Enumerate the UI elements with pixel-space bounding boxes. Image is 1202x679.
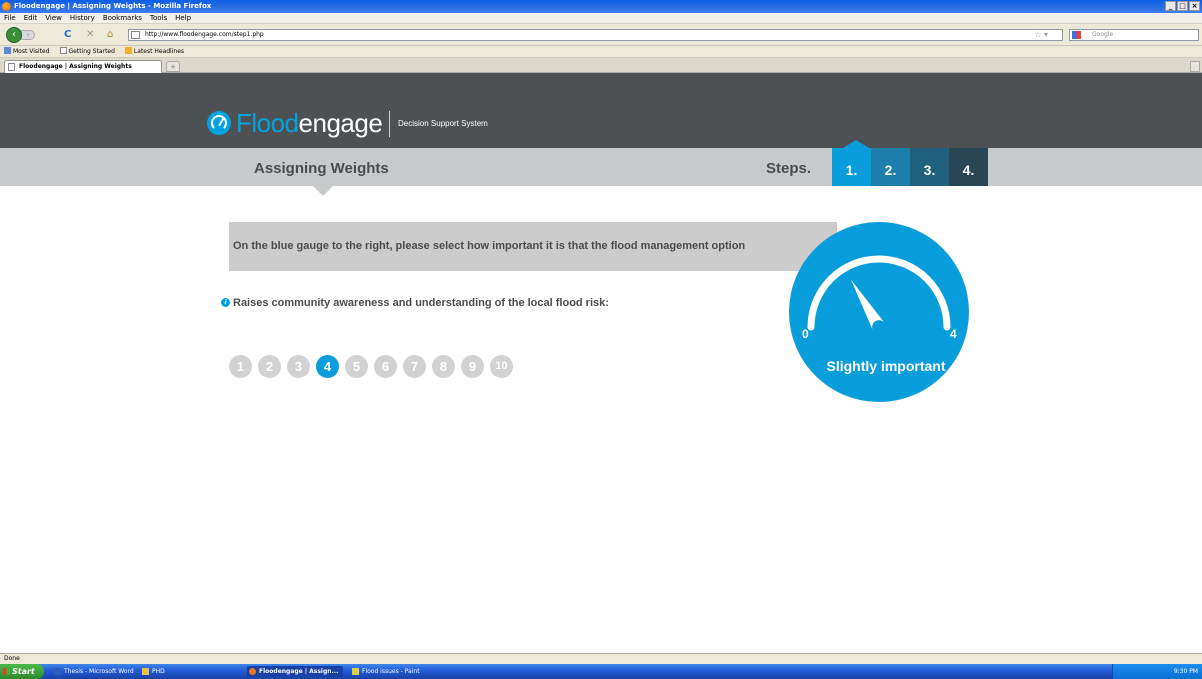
start-button[interactable]: Start bbox=[0, 664, 44, 679]
address-url: http://www.floodengage.com/step1.php bbox=[145, 31, 264, 38]
system-tray: 9:30 PM bbox=[1112, 664, 1202, 679]
search-box[interactable]: Google bbox=[1069, 29, 1199, 41]
bookmarks-toolbar: Most Visited Getting Started Latest Head… bbox=[0, 46, 1202, 58]
search-engine-icon[interactable] bbox=[1072, 31, 1081, 39]
instruction-banner: On the blue gauge to the right, please s… bbox=[229, 222, 837, 271]
site-header bbox=[0, 73, 1202, 148]
bookmark-getting-started[interactable]: Getting Started bbox=[59, 46, 115, 57]
logo-divider bbox=[389, 111, 390, 137]
step-bar bbox=[0, 148, 1202, 186]
maximize-button[interactable]: □ bbox=[1177, 1, 1188, 11]
menu-view[interactable]: View bbox=[45, 13, 62, 23]
window-titlebar: Floodengage | Assigning Weights - Mozill… bbox=[0, 0, 1202, 13]
logo-gauge-icon bbox=[207, 111, 231, 135]
gauge-value-label: Slightly important bbox=[826, 358, 946, 374]
step-1[interactable]: 1. bbox=[832, 148, 871, 186]
rating-option-7[interactable]: 7 bbox=[403, 355, 426, 378]
menu-history[interactable]: History bbox=[70, 13, 95, 23]
paint-icon bbox=[352, 668, 359, 675]
menu-tools[interactable]: Tools bbox=[150, 13, 167, 23]
logo[interactable]: Floodengage bbox=[236, 107, 383, 139]
gauge-dial bbox=[807, 255, 951, 331]
word-icon bbox=[54, 668, 61, 675]
bookmark-latest-headlines[interactable]: Latest Headlines bbox=[124, 46, 184, 57]
logo-subtitle: Decision Support System bbox=[398, 119, 488, 128]
rating-option-5[interactable]: 5 bbox=[345, 355, 368, 378]
status-bar: Done bbox=[0, 653, 1202, 664]
info-icon: i bbox=[221, 298, 230, 307]
rating-option-9[interactable]: 9 bbox=[461, 355, 484, 378]
address-bar[interactable]: http://www.floodengage.com/step1.php ☆ ▾ bbox=[128, 29, 1063, 41]
active-step-pointer bbox=[843, 140, 869, 148]
rating-option-4[interactable]: 4 bbox=[316, 355, 339, 378]
stop-icon[interactable]: ✕ bbox=[86, 30, 94, 40]
new-tab-button[interactable]: + bbox=[166, 61, 180, 72]
bookmark-most-visited[interactable]: Most Visited bbox=[4, 46, 50, 57]
bookmark-star-icon[interactable]: ☆ ▾ bbox=[1034, 30, 1048, 40]
rating-option-10[interactable]: 10 bbox=[490, 355, 513, 378]
status-text: Done bbox=[4, 655, 20, 662]
tab-active[interactable]: Floodengage | Assigning Weights bbox=[4, 60, 162, 73]
folder-icon bbox=[142, 668, 149, 675]
firefox-icon bbox=[2, 2, 11, 11]
taskbar-item-phd[interactable]: PHD bbox=[140, 666, 180, 677]
taskbar-item-paint[interactable]: Flood issues - Paint bbox=[350, 666, 430, 677]
rating-option-1[interactable]: 1 bbox=[229, 355, 252, 378]
taskbar: Start Thesis - Microsoft Word PHD Floode… bbox=[0, 664, 1202, 679]
gauge-min-label: 0 bbox=[802, 327, 809, 341]
step-3[interactable]: 3. bbox=[910, 148, 949, 186]
taskbar-item-firefox[interactable]: Floodengage | Assign... bbox=[247, 666, 343, 677]
rating-option-2[interactable]: 2 bbox=[258, 355, 281, 378]
menu-edit[interactable]: Edit bbox=[24, 13, 38, 23]
gauge-max-label: 4 bbox=[950, 327, 957, 341]
reload-icon[interactable]: C bbox=[64, 30, 71, 40]
window-controls: _ □ × bbox=[1165, 1, 1200, 11]
close-button[interactable]: × bbox=[1189, 1, 1200, 11]
tab-strip: Floodengage | Assigning Weights + bbox=[0, 58, 1202, 73]
firefox-icon bbox=[249, 668, 256, 675]
minimize-button[interactable]: _ bbox=[1165, 1, 1176, 11]
gauge-needle[interactable] bbox=[851, 279, 885, 331]
page-icon bbox=[59, 47, 67, 54]
page-icon bbox=[8, 63, 15, 71]
window-title: Floodengage | Assigning Weights - Mozill… bbox=[14, 2, 212, 10]
rating-option-8[interactable]: 8 bbox=[432, 355, 455, 378]
importance-gauge[interactable] bbox=[789, 222, 969, 402]
taskbar-item-word[interactable]: Thesis - Microsoft Word bbox=[52, 666, 134, 677]
rating-option-6[interactable]: 6 bbox=[374, 355, 397, 378]
home-icon[interactable]: ⌂ bbox=[107, 30, 113, 40]
tab-list-button[interactable] bbox=[1190, 61, 1200, 72]
most-visited-icon bbox=[4, 47, 11, 54]
rss-folder-icon bbox=[124, 47, 132, 54]
page-icon bbox=[131, 31, 140, 39]
page-title: Assigning Weights bbox=[254, 160, 389, 177]
back-button[interactable]: ‹ bbox=[6, 27, 22, 43]
menu-bar: File Edit View History Bookmarks Tools H… bbox=[0, 13, 1202, 24]
option-description: Raises community awareness and understan… bbox=[233, 297, 609, 309]
rating-option-3[interactable]: 3 bbox=[287, 355, 310, 378]
menu-file[interactable]: File bbox=[4, 13, 16, 23]
menu-bookmarks[interactable]: Bookmarks bbox=[103, 13, 142, 23]
title-pointer bbox=[313, 186, 333, 196]
forward-button[interactable]: › bbox=[21, 30, 35, 40]
step-2[interactable]: 2. bbox=[871, 148, 910, 186]
clock: 9:30 PM bbox=[1173, 668, 1198, 675]
windows-logo-icon bbox=[3, 668, 10, 675]
tab-title: Floodengage | Assigning Weights bbox=[19, 63, 132, 70]
search-placeholder: Google bbox=[1092, 31, 1114, 38]
navigation-toolbar: › ‹ C ✕ ⌂ http://www.floodengage.com/ste… bbox=[0, 24, 1202, 46]
step-4[interactable]: 4. bbox=[949, 148, 988, 186]
menu-help[interactable]: Help bbox=[175, 13, 191, 23]
steps-label: Steps. bbox=[766, 160, 812, 177]
